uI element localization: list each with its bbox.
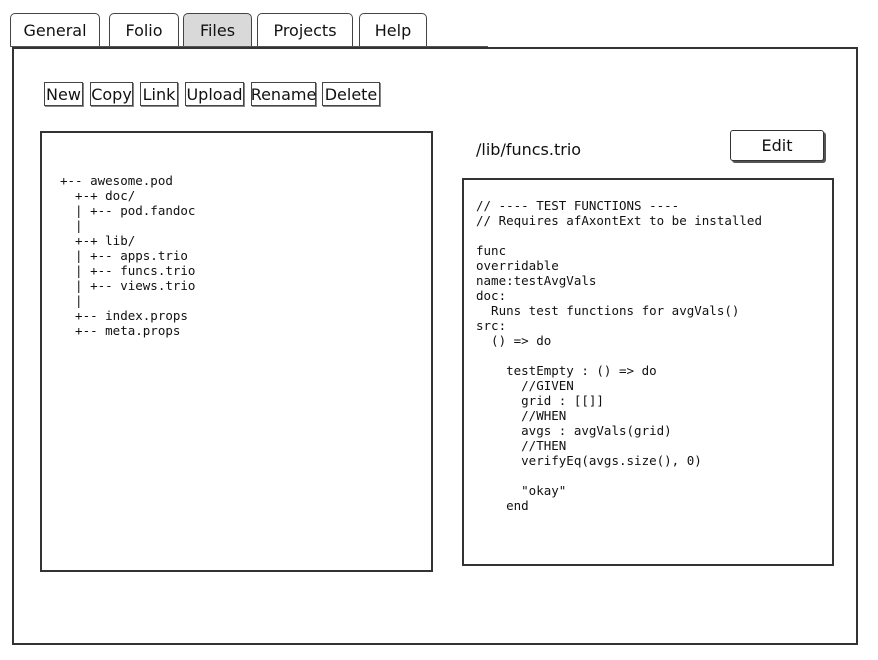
tree-item[interactable]: +-- awesome.pod — [60, 173, 195, 188]
code-line: testEmpty : () => do — [476, 363, 657, 378]
rename-button[interactable]: Rename — [251, 82, 316, 106]
file-tree: +-- awesome.pod +-+ doc/ | +-- pod.fando… — [60, 173, 195, 338]
code-line: overridable — [476, 258, 559, 273]
tree-item[interactable]: +-+ doc/ — [60, 188, 195, 203]
code-line: verifyEq(avgs.size(), 0) — [476, 453, 702, 468]
code-line: doc: — [476, 288, 507, 303]
tree-item[interactable]: | +-- funcs.trio — [60, 263, 195, 278]
tree-item[interactable]: | +-- apps.trio — [60, 248, 195, 263]
tree-item[interactable]: +-+ lib/ — [60, 233, 195, 248]
code-line: func — [476, 243, 507, 258]
code-content: // ---- TEST FUNCTIONS ----// Requires a… — [476, 198, 762, 513]
code-line: src: — [476, 318, 507, 333]
copy-button[interactable]: Copy — [90, 82, 133, 106]
code-line: name:testAvgVals — [476, 273, 597, 288]
code-line: () => do — [476, 333, 552, 348]
code-line: "okay" — [476, 483, 567, 498]
code-line: grid : [[]] — [476, 393, 604, 408]
delete-button[interactable]: Delete — [322, 82, 380, 106]
tab-files[interactable]: Files — [183, 13, 252, 46]
code-viewer[interactable]: // ---- TEST FUNCTIONS ----// Requires a… — [462, 178, 834, 566]
code-line: // Requires afAxontExt to be installed — [476, 213, 762, 228]
tree-item[interactable]: +-- meta.props — [60, 323, 195, 338]
tab-general[interactable]: General — [10, 13, 100, 46]
code-line: avgs : avgVals(grid) — [476, 423, 672, 438]
tree-item[interactable]: | — [60, 218, 195, 233]
tab-bar: General Folio Files Projects Help — [10, 13, 490, 48]
tree-item[interactable]: | +-- views.trio — [60, 278, 195, 293]
code-line: //GIVEN — [476, 378, 574, 393]
edit-button[interactable]: Edit — [730, 130, 824, 161]
code-line: // ---- TEST FUNCTIONS ---- — [476, 198, 680, 213]
file-path-label: /lib/funcs.trio — [476, 140, 582, 159]
link-button[interactable]: Link — [140, 82, 178, 106]
tab-projects[interactable]: Projects — [257, 13, 353, 46]
tree-item[interactable]: +-- index.props — [60, 308, 195, 323]
code-line: //WHEN — [476, 408, 567, 423]
code-line: Runs test functions for avgVals() — [476, 303, 740, 318]
tree-item[interactable]: | — [60, 293, 195, 308]
code-line: //THEN — [476, 438, 567, 453]
tab-folio[interactable]: Folio — [109, 13, 179, 46]
file-tree-panel[interactable]: +-- awesome.pod +-+ doc/ | +-- pod.fando… — [40, 131, 433, 572]
upload-button[interactable]: Upload — [185, 82, 244, 106]
new-button[interactable]: New — [44, 82, 83, 106]
tree-item[interactable]: | +-- pod.fandoc — [60, 203, 195, 218]
code-line: end — [476, 498, 529, 513]
tab-help[interactable]: Help — [359, 13, 427, 46]
